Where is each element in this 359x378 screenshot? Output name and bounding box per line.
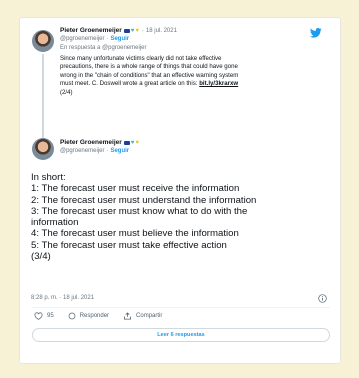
blue-heart-icon: ♥: [130, 27, 135, 34]
avatar[interactable]: [32, 138, 54, 160]
divider: [32, 307, 330, 308]
share-label: Compartir: [136, 313, 163, 319]
twitter-bird-icon[interactable]: [310, 28, 322, 38]
reply-icon: [68, 312, 76, 320]
avatar[interactable]: [32, 30, 54, 52]
author-name[interactable]: Pieter Groenemeijer: [60, 139, 122, 146]
eu-flag-icon: [123, 28, 130, 33]
author-handle[interactable]: @pgroenemeijer: [60, 36, 104, 42]
quoted-tweet-handle-row: @pgroenemeijer · Seguir: [60, 36, 129, 42]
separator-dot: ·: [106, 36, 109, 42]
share-icon: [124, 312, 132, 320]
tweet-text-line: 1: The forecast user must receive the in…: [31, 183, 240, 195]
tweet-date[interactable]: 18 jul. 2021: [146, 28, 177, 34]
share-button[interactable]: Compartir: [123, 312, 162, 320]
reply-button[interactable]: Responder: [68, 312, 109, 320]
like-button[interactable]: 95: [34, 312, 54, 320]
tweet-header: Pieter Groenemeijer ♥ ♥: [60, 139, 139, 146]
separator-dot: ·: [106, 148, 109, 154]
author-handle[interactable]: @pgroenemeijer: [60, 148, 104, 154]
tweet-text-line: Since many unfortunate victims clearly d…: [60, 55, 222, 62]
tweet-text-line: wrong in the "chain of conditions" that …: [60, 71, 239, 79]
tweet-text-line: 4: The forecast user must believe the in…: [31, 228, 239, 240]
yellow-heart-icon: ♥: [135, 27, 139, 34]
separator-dot: ·: [141, 27, 144, 34]
tweet-body: In short: 1: The forecast user must rece…: [31, 172, 331, 262]
tweet-timestamp[interactable]: 8:28 p. m. · 18 jul. 2021: [31, 295, 94, 301]
heart-icon: [34, 312, 43, 320]
read-replies-button[interactable]: Leer 6 respuestas: [32, 328, 330, 342]
tweet-text-line: 5: The forecast user must take effective…: [31, 239, 227, 251]
eu-flag-icon: [123, 140, 130, 145]
author-name[interactable]: Pieter Groenemeijer: [60, 27, 122, 34]
action-bar: 95 Responder Compartir: [34, 312, 162, 320]
like-count: 95: [47, 313, 54, 319]
tweet-card: Pieter Groenemeijer ♥ ♥ · 18 jul. 2021 @…: [19, 17, 341, 364]
tweet-text-line: In short:: [31, 172, 66, 183]
follow-button[interactable]: Seguir: [110, 36, 129, 42]
quoted-tweet-body: Since many unfortunate victims clearly d…: [60, 55, 330, 97]
follow-button[interactable]: Seguir: [110, 148, 129, 154]
tweet-text-line: 2: The forecast user must understand the…: [31, 194, 257, 206]
quoted-tweet-header: Pieter Groenemeijer ♥ ♥ · 18 jul. 2021: [60, 27, 177, 34]
tweet-text-line: must meet. C. Doswell wrote a great arti…: [60, 80, 330, 88]
tweet-text-line: (3/4): [31, 251, 51, 263]
tweet-handle-row: @pgroenemeijer · Seguir: [60, 148, 129, 154]
tweet-text-line: 3: The forecast user must know what to d…: [31, 205, 248, 217]
reply-to-text: En respuesta a @pgroenemeijer: [60, 45, 147, 51]
yellow-heart-icon: ♥: [135, 139, 139, 146]
article-link[interactable]: bit.ly/3krarxw: [199, 80, 238, 87]
tweet-text-line: precautions, there is a whole range of t…: [60, 63, 238, 71]
blue-heart-icon: ♥: [130, 139, 135, 146]
thread-line: [42, 54, 44, 138]
tweet-text-line: information: [31, 217, 79, 229]
reply-label: Responder: [79, 313, 110, 319]
tweet-text-segment: must meet. C. Doswell wrote a great arti…: [60, 80, 198, 88]
info-icon[interactable]: [318, 294, 327, 303]
tweet-counter: (2/4): [60, 88, 73, 96]
timestamp-row: 8:28 p. m. · 18 jul. 2021: [31, 295, 94, 301]
